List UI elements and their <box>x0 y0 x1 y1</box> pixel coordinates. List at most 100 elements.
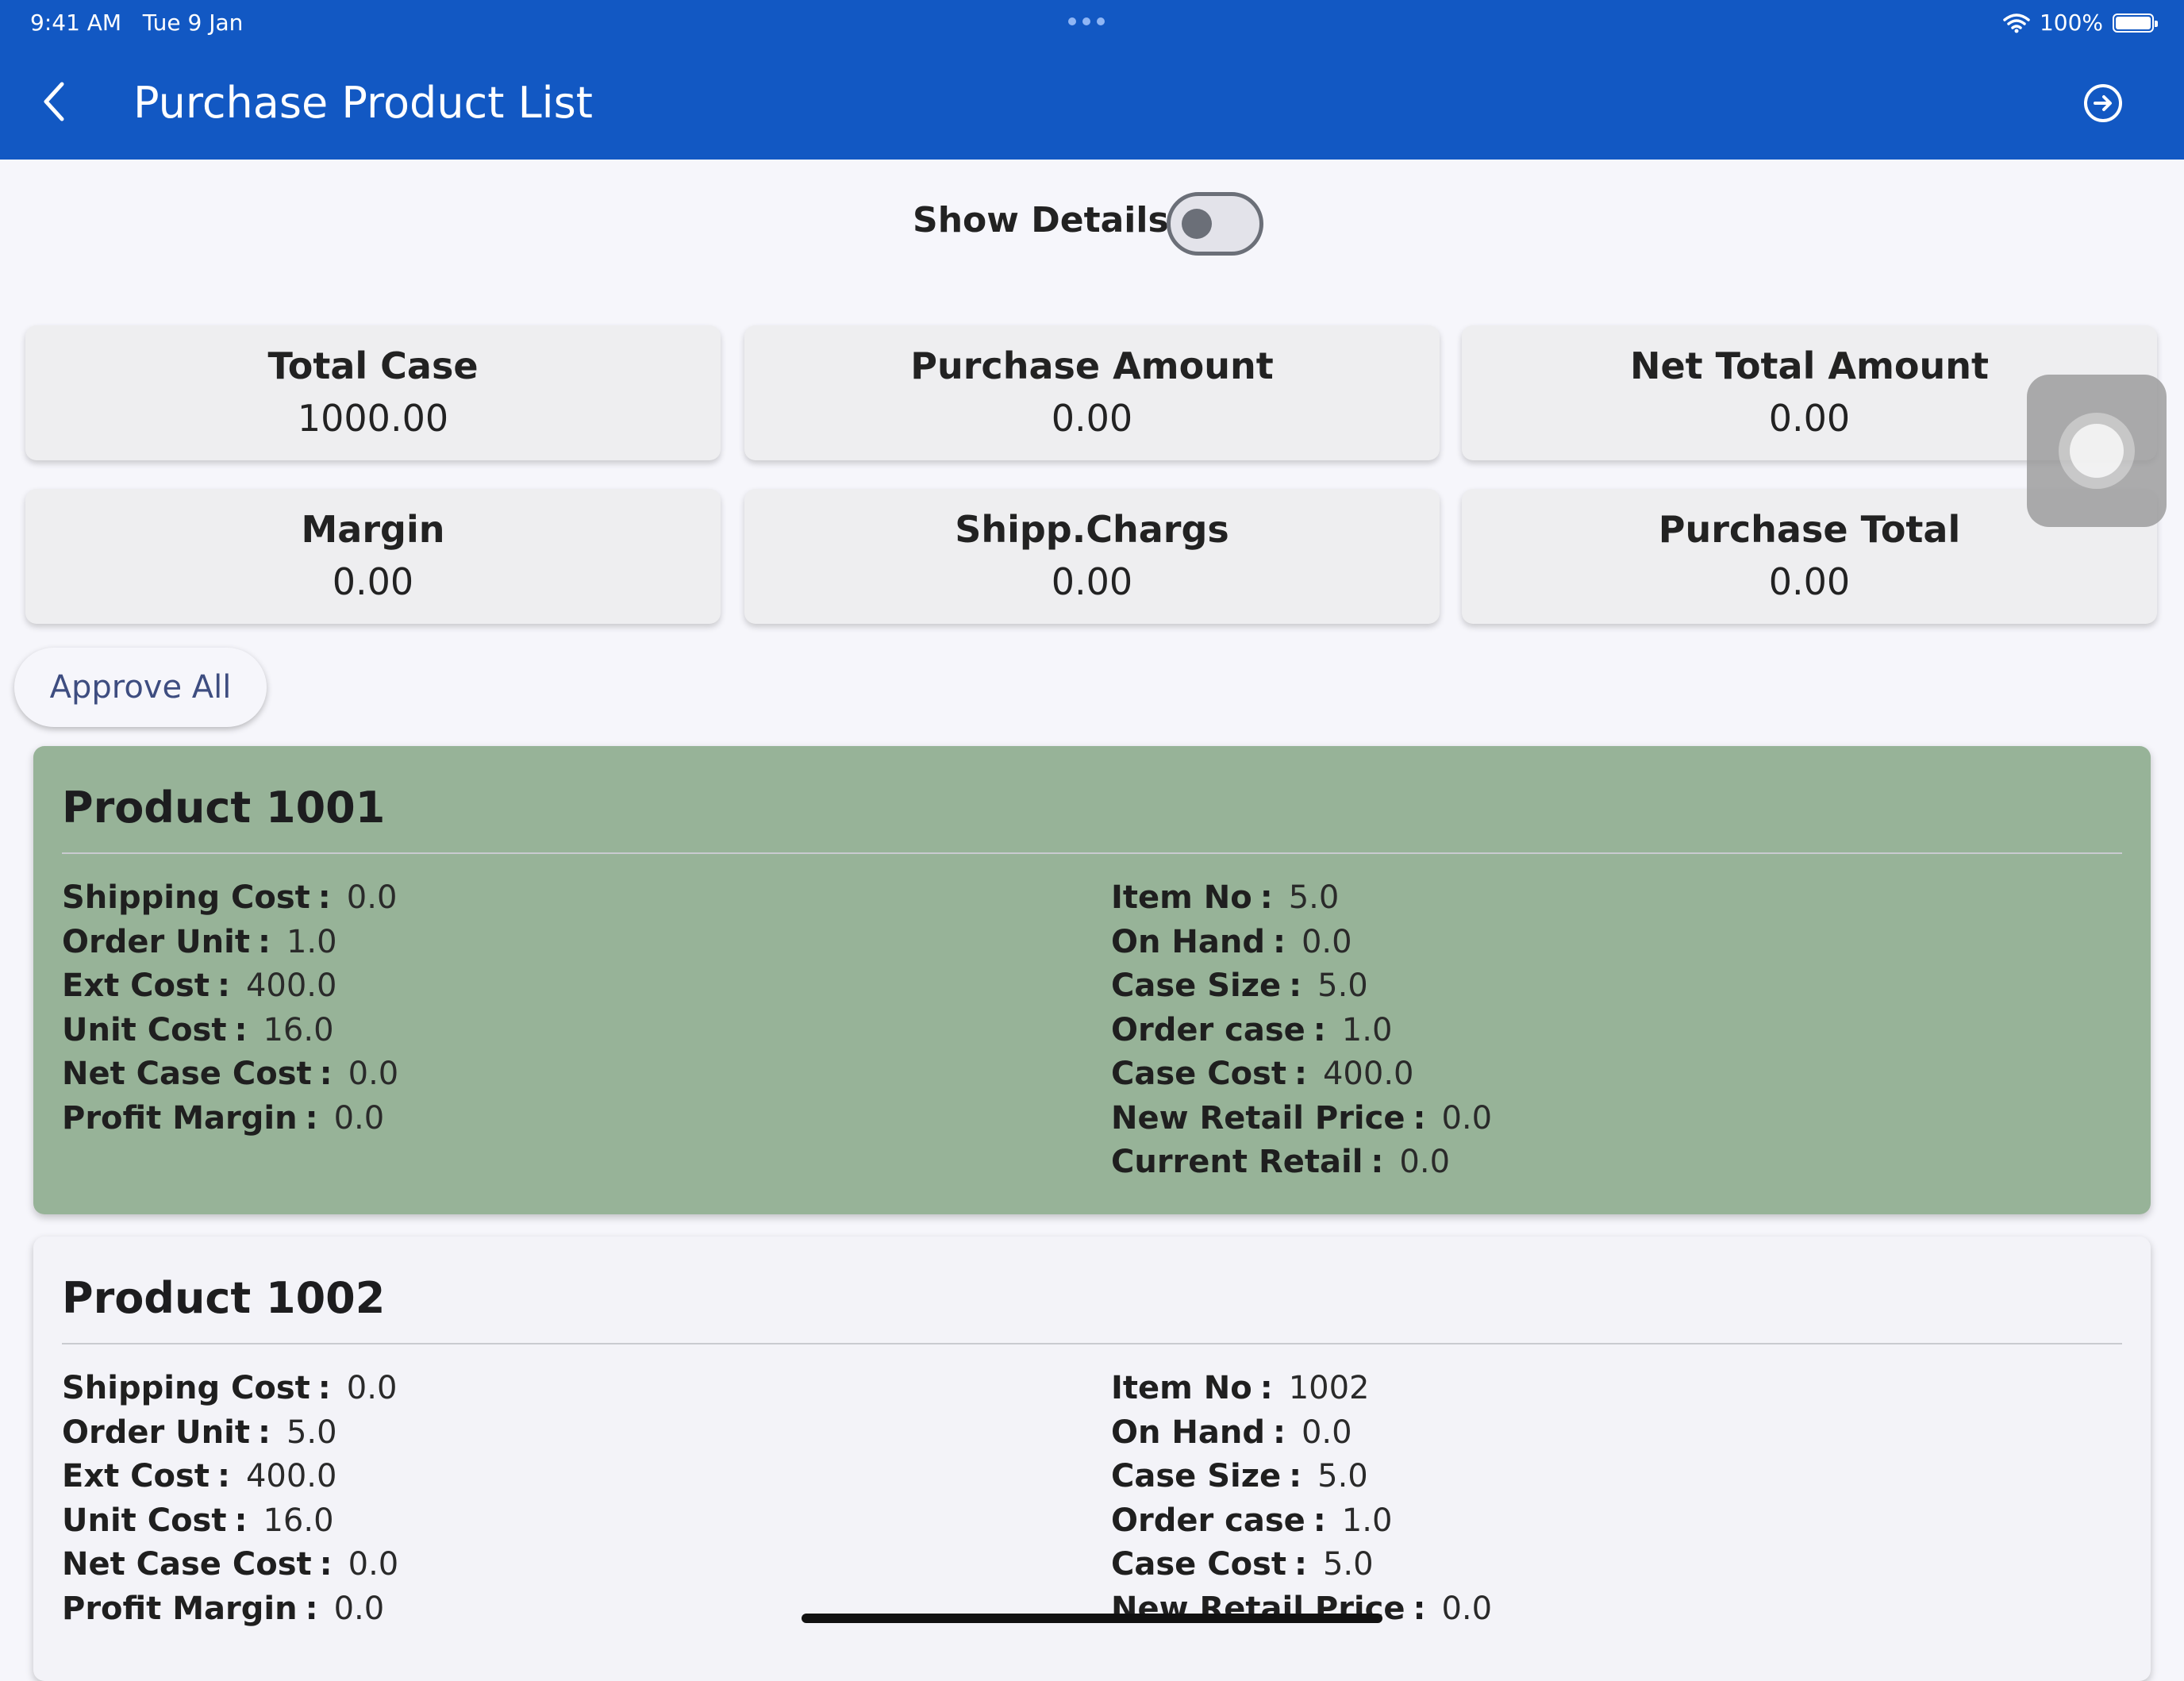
divider <box>62 852 2122 854</box>
show-details-label: Show Details : <box>913 200 1195 240</box>
assistive-touch-icon <box>2070 424 2124 478</box>
detail-label: Net Case Cost <box>62 1056 312 1092</box>
detail-label: Item No <box>1111 879 1252 916</box>
product-name: Product 1001 <box>62 783 386 833</box>
summary-value: 0.00 <box>332 560 414 603</box>
back-button[interactable] <box>29 76 79 127</box>
detail-row: New Retail Price:0.0 <box>1111 1099 1493 1137</box>
detail-value: 400.0 <box>245 1458 337 1494</box>
home-indicator[interactable] <box>802 1614 1382 1623</box>
detail-row: Ext Cost:400.0 <box>62 1458 337 1494</box>
detail-value: 1002 <box>1288 1370 1370 1406</box>
approve-all-button[interactable]: Approve All <box>14 648 267 727</box>
detail-value: 5.0 <box>286 1414 337 1451</box>
chevron-left-icon <box>44 82 64 121</box>
summary-title: Shipp.Chargs <box>955 508 1229 551</box>
detail-row: Case Size:5.0 <box>1111 967 1368 1004</box>
detail-label: Current Retail <box>1111 1144 1363 1180</box>
summary-title: Margin <box>301 508 445 551</box>
divider <box>62 1343 2122 1344</box>
detail-label: Item No <box>1111 1370 1252 1406</box>
detail-row: Unit Cost:16.0 <box>62 1011 334 1048</box>
detail-label: Profit Margin <box>62 1099 298 1137</box>
detail-value: 400.0 <box>245 967 337 1004</box>
detail-row: Item No:1002 <box>1111 1370 1370 1406</box>
summary-value: 1000.00 <box>297 397 449 440</box>
detail-row: Item No:5.0 <box>1111 879 1340 916</box>
battery-level <box>2116 16 2151 29</box>
product-details-right: Item No:1002 On Hand:0.0 Case Size:5.0 O… <box>1111 1367 1492 1631</box>
detail-row: Current Retail:0.0 <box>1111 1144 1451 1180</box>
summary-value: 0.00 <box>1051 560 1133 603</box>
detail-label: Order case <box>1111 1502 1305 1539</box>
detail-row: Unit Cost:16.0 <box>62 1502 334 1539</box>
detail-row: Profit Margin:0.0 <box>62 1099 385 1137</box>
product-details-left: Shipping Cost:0.0 Order Unit:5.0 Ext Cos… <box>62 1367 398 1631</box>
status-right: 100% <box>2003 10 2158 36</box>
detail-value: 16.0 <box>263 1502 334 1539</box>
detail-row: Shipping Cost:0.0 <box>62 879 398 916</box>
assistive-touch-button[interactable] <box>2027 375 2167 527</box>
detail-value: 5.0 <box>1317 1458 1368 1494</box>
summary-value: 0.00 <box>1051 397 1133 440</box>
detail-value: 0.0 <box>346 1370 398 1406</box>
detail-label: Ext Cost <box>62 967 210 1004</box>
forward-button[interactable] <box>2079 79 2127 127</box>
detail-value: 0.0 <box>348 1546 399 1583</box>
summary-card-margin: Margin 0.00 <box>25 489 721 624</box>
product-details-right: Item No:5.0 On Hand:0.0 Case Size:5.0 Or… <box>1111 876 1492 1185</box>
status-date: Tue 9 Jan <box>142 10 244 36</box>
detail-value: 16.0 <box>263 1011 334 1048</box>
status-time: 9:41 AM Tue 9 Jan <box>30 10 243 36</box>
detail-value: 0.0 <box>1441 1590 1493 1627</box>
arrow-right-circle-icon <box>2084 84 2122 122</box>
detail-row: Profit Margin:0.0 <box>62 1590 385 1627</box>
detail-value: 0.0 <box>333 1099 385 1137</box>
detail-label: Shipping Cost <box>62 879 310 916</box>
detail-label: Shipping Cost <box>62 1370 310 1406</box>
summary-value: 0.00 <box>1768 560 1851 603</box>
multitasking-dots-icon[interactable] <box>1068 17 1105 25</box>
detail-label: Net Case Cost <box>62 1546 312 1583</box>
battery-percent: 100% <box>2039 10 2103 36</box>
detail-label: Order case <box>1111 1011 1305 1048</box>
detail-value: 1.0 <box>286 923 337 960</box>
battery-icon <box>2113 13 2158 33</box>
detail-row: Order case:1.0 <box>1111 1011 1393 1048</box>
page-title: Purchase Product List <box>133 78 593 128</box>
detail-row: Case Size:5.0 <box>1111 1458 1368 1494</box>
detail-value: 1.0 <box>1341 1011 1393 1048</box>
summary-card-purchase-amount: Purchase Amount 0.00 <box>744 325 1440 460</box>
detail-value: 0.0 <box>348 1056 399 1092</box>
detail-row: Case Cost:400.0 <box>1111 1056 1414 1092</box>
summary-title: Purchase Amount <box>910 344 1274 387</box>
toggle-knob <box>1182 209 1212 239</box>
summary-card-total-case: Total Case 1000.00 <box>25 325 721 460</box>
detail-row: On Hand:0.0 <box>1111 1414 1352 1451</box>
show-details-toggle[interactable] <box>1167 192 1263 256</box>
detail-row: Case Cost:5.0 <box>1111 1546 1374 1583</box>
detail-row: Order Unit:1.0 <box>62 923 337 960</box>
wifi-icon <box>2003 13 2030 33</box>
detail-label: Order Unit <box>62 1414 250 1451</box>
detail-label: Case Cost <box>1111 1056 1286 1092</box>
detail-value: 0.0 <box>1399 1144 1451 1180</box>
detail-value: 5.0 <box>1317 967 1368 1004</box>
detail-row: Order case:1.0 <box>1111 1502 1393 1539</box>
detail-value: 5.0 <box>1288 879 1340 916</box>
detail-value: 1.0 <box>1341 1502 1393 1539</box>
detail-label: New Retail Price <box>1111 1099 1405 1137</box>
detail-row: Ext Cost:400.0 <box>62 967 337 1004</box>
detail-value: 0.0 <box>1441 1099 1493 1137</box>
detail-label: Case Size <box>1111 1458 1282 1494</box>
status-clock: 9:41 AM <box>30 10 122 36</box>
detail-value: 0.0 <box>1301 923 1352 960</box>
detail-label: Case Cost <box>1111 1546 1286 1583</box>
detail-row: Net Case Cost:0.0 <box>62 1056 399 1092</box>
detail-value: 0.0 <box>333 1590 385 1627</box>
product-details-left: Shipping Cost:0.0 Order Unit:1.0 Ext Cos… <box>62 876 398 1141</box>
summary-title: Total Case <box>267 344 479 387</box>
detail-label: On Hand <box>1111 1414 1265 1451</box>
detail-label: Profit Margin <box>62 1590 298 1627</box>
product-card[interactable]: Product 1001 Shipping Cost:0.0 Order Uni… <box>33 746 2151 1214</box>
